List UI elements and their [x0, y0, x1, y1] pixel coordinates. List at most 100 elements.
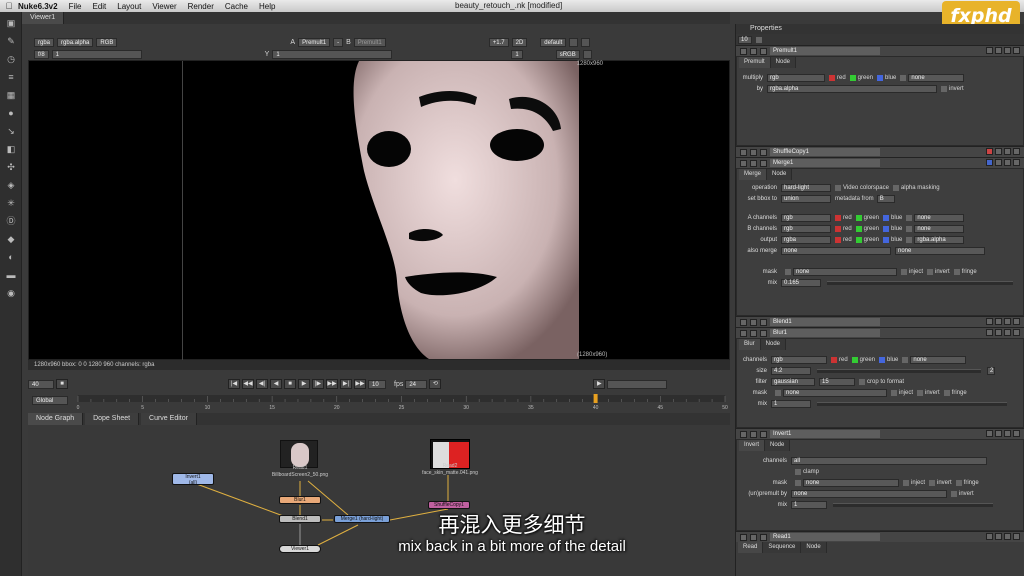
alpha-masking-checkbox[interactable] [892, 184, 899, 191]
tab-dope-sheet[interactable]: Dope Sheet [85, 413, 140, 425]
zoom-dropdown[interactable]: 1 [511, 49, 523, 59]
a-red-checkbox[interactable] [835, 214, 841, 221]
crop-checkbox[interactable] [859, 378, 865, 385]
menu-render[interactable]: Render [188, 2, 214, 11]
merge-panel-header[interactable]: Merge1 [736, 157, 1024, 168]
a-input-dropdown[interactable]: Premult1 [298, 37, 331, 47]
tab-curve-editor[interactable]: Curve Editor [141, 413, 197, 425]
tab-invert[interactable]: Invert [739, 440, 766, 451]
tab-merge-node[interactable]: Node [767, 169, 793, 180]
output-alpha-dropdown[interactable]: rgba.alpha [914, 235, 965, 244]
blur-inject-checkbox[interactable] [891, 389, 897, 396]
red-checkbox[interactable] [829, 74, 835, 81]
blur-quality-field[interactable]: 15 [819, 377, 855, 386]
toolsets-icon[interactable]: ◐ [4, 250, 18, 264]
alpha-dropdown[interactable]: rgba.alpha [57, 37, 94, 47]
loop-button[interactable]: ⟲ [429, 379, 442, 389]
last-frame-button[interactable]: ▶| [340, 379, 352, 389]
apple-icon[interactable]:  [0, 1, 18, 11]
clamp-checkbox[interactable] [795, 468, 801, 475]
blur-mask-checkbox[interactable] [775, 389, 781, 396]
fps-field[interactable]: 24 [405, 379, 428, 389]
invert-panel-header[interactable]: Invert1 [736, 428, 1024, 439]
inv-fringe-checkbox[interactable] [955, 479, 962, 486]
blur-extra-dropdown[interactable]: none [910, 355, 967, 364]
time-icon[interactable]: ◷ [4, 52, 18, 66]
step-back-button[interactable]: ◀| [256, 379, 268, 389]
blur-size-count[interactable]: 2 [987, 366, 995, 375]
color-icon[interactable]: ▦ [4, 88, 18, 102]
tab-premult-node[interactable]: Node [770, 57, 797, 68]
invert-checkbox[interactable] [941, 85, 947, 92]
b-extra-dropdown[interactable]: none [914, 224, 965, 233]
a-blue-checkbox[interactable] [883, 214, 890, 221]
tab-viewer1[interactable]: Viewer1 [22, 12, 65, 24]
unpremult-dropdown[interactable]: none [791, 489, 947, 498]
lock-icon[interactable]: ■ [56, 379, 68, 389]
tab-premult[interactable]: Premult [739, 57, 771, 68]
flipbook-button[interactable]: ▶ [593, 379, 606, 389]
merge-mix-slider[interactable] [827, 280, 1013, 285]
frame-dropdown[interactable]: f/8 [34, 49, 49, 59]
green-checkbox[interactable] [849, 74, 856, 81]
b-channels-dropdown[interactable]: rgb [781, 224, 831, 233]
viewer-canvas[interactable]: 1280x960 (1280x960) [28, 60, 730, 361]
invert-channels-dropdown[interactable]: all [791, 456, 987, 465]
blur-green-checkbox[interactable] [851, 356, 858, 363]
blur-mix-slider[interactable] [817, 401, 1007, 406]
play-backward-button[interactable]: ◀ [270, 379, 282, 389]
nuke-icon[interactable]: ◉ [4, 286, 18, 300]
by-dropdown[interactable]: rgba.alpha [767, 84, 937, 93]
blur-mix-field[interactable]: 1 [771, 399, 811, 408]
out-green-checkbox[interactable] [855, 236, 862, 243]
menu-cache[interactable]: Cache [225, 2, 248, 11]
menu-help[interactable]: Help [259, 2, 275, 11]
blur-alpha-checkbox[interactable] [902, 356, 909, 363]
b-blue-checkbox[interactable] [883, 225, 890, 232]
lut-dropdown[interactable]: default [540, 37, 567, 47]
image-icon[interactable]: ▣ [4, 16, 18, 30]
invert-name-field[interactable]: Invert1 [770, 430, 880, 438]
channel-icon[interactable]: ≡ [4, 70, 18, 84]
b-red-checkbox[interactable] [835, 225, 841, 232]
b-green-checkbox[interactable] [855, 225, 862, 232]
premult-name-field[interactable]: Premult1 [770, 47, 880, 55]
metadata-icon[interactable]: Ⓓ [4, 214, 18, 228]
particles-icon[interactable]: ◆ [4, 232, 18, 246]
blur-channels-dropdown[interactable]: rgb [771, 355, 827, 364]
prev-keyframe-button[interactable]: ◀◀ [242, 379, 254, 389]
b-input-dropdown[interactable]: Premult1 [353, 37, 386, 47]
transform-icon[interactable]: ✣ [4, 160, 18, 174]
merge-mask-checkbox[interactable] [785, 268, 791, 275]
also-merge-extra-dropdown[interactable]: none [895, 246, 985, 255]
invert-mix-slider[interactable] [833, 502, 993, 507]
menu-layout[interactable]: Layout [117, 2, 141, 11]
set-bbox-dropdown[interactable]: union [781, 194, 831, 203]
tab-node-graph[interactable]: Node Graph [28, 413, 84, 425]
a-green-checkbox[interactable] [855, 214, 862, 221]
invert-mask-checkbox[interactable] [795, 479, 801, 486]
filter-icon[interactable]: ● [4, 106, 18, 120]
step-forward-button[interactable]: |▶ [312, 379, 324, 389]
blur-filter-dropdown[interactable]: gaussian [771, 377, 815, 386]
blur-size-slider[interactable] [817, 368, 981, 373]
3d-icon[interactable]: ◈ [4, 178, 18, 192]
blue-checkbox[interactable] [877, 74, 884, 81]
metadata-dropdown[interactable]: B [876, 194, 895, 203]
merge-mix-field[interactable]: 0.165 [781, 278, 821, 287]
inject-checkbox[interactable] [901, 268, 907, 275]
step-field[interactable]: 10 [368, 379, 386, 389]
fringe-checkbox[interactable] [953, 268, 960, 275]
multiply-dropdown[interactable]: rgb [767, 73, 825, 82]
blur-size-field[interactable]: 4.2 [771, 366, 811, 375]
first-frame-button[interactable]: |◀ [228, 379, 240, 389]
tab-merge[interactable]: Merge [739, 169, 768, 180]
blend-name-field[interactable]: Blend1 [770, 318, 880, 326]
play-forward-button[interactable]: ▶ [298, 379, 310, 389]
blend-panel-header[interactable]: Blend1 [736, 316, 1024, 327]
invert-mix-field[interactable]: 1 [791, 500, 827, 509]
other-icon[interactable]: ▬ [4, 268, 18, 282]
alpha-checkbox[interactable] [900, 74, 907, 81]
merge-mask-dropdown[interactable]: none [793, 267, 897, 276]
b-alpha-checkbox[interactable] [906, 225, 913, 232]
